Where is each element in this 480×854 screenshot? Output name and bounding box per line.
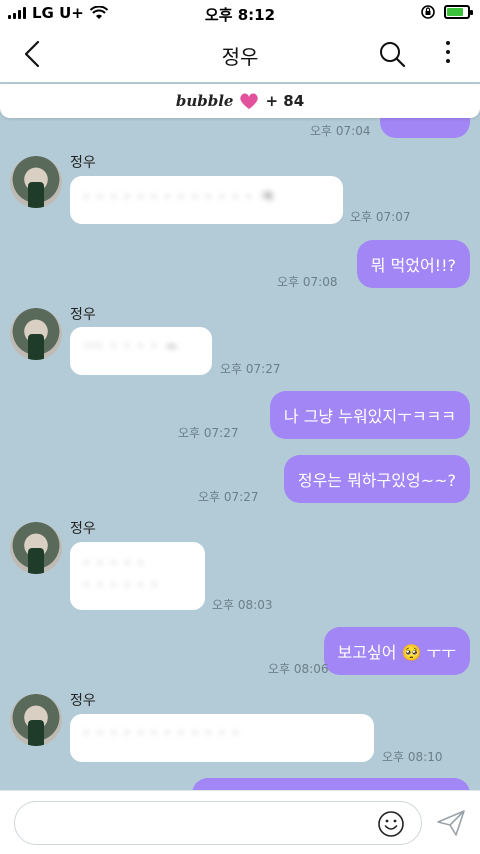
search-icon[interactable] <box>378 40 406 68</box>
sender-name: 정우 <box>70 155 96 171</box>
rotation-lock-icon <box>421 5 435 19</box>
chat-header: 정우 <box>0 28 480 82</box>
battery-icon <box>444 5 473 19</box>
outgoing-message <box>192 778 470 790</box>
incoming-message: · · · · · · · · · · · <box>70 542 205 610</box>
incoming-message: · · · · · · · · · · · · <box>70 714 374 762</box>
status-time: 오후 8:12 <box>204 6 276 24</box>
message-time: 오후 08:10 <box>382 750 443 764</box>
avatar[interactable] <box>10 694 62 746</box>
outgoing-message: 정우는 뭐하구있엉~~? <box>283 455 470 503</box>
message-time: 오후 07:27 <box>220 362 281 376</box>
heart-icon <box>240 93 259 109</box>
avatar[interactable] <box>10 156 62 208</box>
bubble-banner[interactable]: bubble + 84 <box>0 84 480 118</box>
message-text: 정우는 뭐하구있엉~~? <box>297 471 456 490</box>
pleading-face-emoji: 🥺 <box>401 643 422 662</box>
message-input[interactable] <box>14 801 422 845</box>
message-composer <box>0 790 480 854</box>
avatar[interactable] <box>10 522 62 574</box>
message-time: 오후 07:27 <box>198 490 259 504</box>
chat-title: 정우 <box>221 44 259 69</box>
status-bar: LG U+ 오후 8:12 <box>0 0 480 28</box>
send-icon[interactable] <box>436 809 466 837</box>
back-arrow-icon[interactable] <box>22 40 42 68</box>
message-text-suffix: ㅜㅜ <box>426 643 456 662</box>
sender-name: 정우 <box>70 521 96 537</box>
message-text: · · · · · <box>84 554 145 572</box>
more-options-icon[interactable] <box>446 41 450 63</box>
message-text: · · · · · · <box>84 576 159 594</box>
chat-area[interactable]: 오후 07:04 정우 · · · · · · · · · · · · · ㅋ … <box>0 118 480 790</box>
battery-level <box>447 8 463 16</box>
message-text: · · · · · · · · · · · · <box>84 724 240 742</box>
message-time: 오후 08:06 <box>268 662 329 676</box>
outgoing-message <box>380 118 470 138</box>
message-text: ··· · · · · ~ <box>84 337 180 355</box>
message-text: · · · · · · · · · · · · · ㅋ <box>84 188 276 206</box>
message-text: 나 그냥 누워있지ㅜㅋㅋㅋ <box>283 407 456 426</box>
outgoing-message: 나 그냥 누워있지ㅜㅋㅋㅋ <box>269 391 470 439</box>
avatar[interactable] <box>10 308 62 360</box>
incoming-message: ··· · · · · ~ <box>70 327 212 375</box>
bubble-logo: bubble <box>175 92 234 110</box>
sender-name: 정우 <box>70 307 96 323</box>
bubble-count: + 84 <box>265 92 305 110</box>
incoming-message: · · · · · · · · · · · · · ㅋ <box>70 176 343 224</box>
outgoing-message: 보고싶어 🥺 ㅜㅜ <box>323 627 470 675</box>
outgoing-message: 뭐 먹었어!!? <box>356 240 470 288</box>
message-time: 오후 08:03 <box>212 598 273 612</box>
message-time: 오후 07:04 <box>310 124 371 138</box>
status-right <box>420 4 473 20</box>
message-time: 오후 07:27 <box>178 426 239 440</box>
message-text: 보고싶어 <box>337 643 397 662</box>
message-text: 뭐 먹었어!!? <box>370 256 456 275</box>
message-time: 오후 07:07 <box>350 210 411 224</box>
emoji-icon[interactable] <box>377 810 405 838</box>
sender-name: 정우 <box>70 693 96 709</box>
message-time: 오후 07:08 <box>277 275 338 289</box>
